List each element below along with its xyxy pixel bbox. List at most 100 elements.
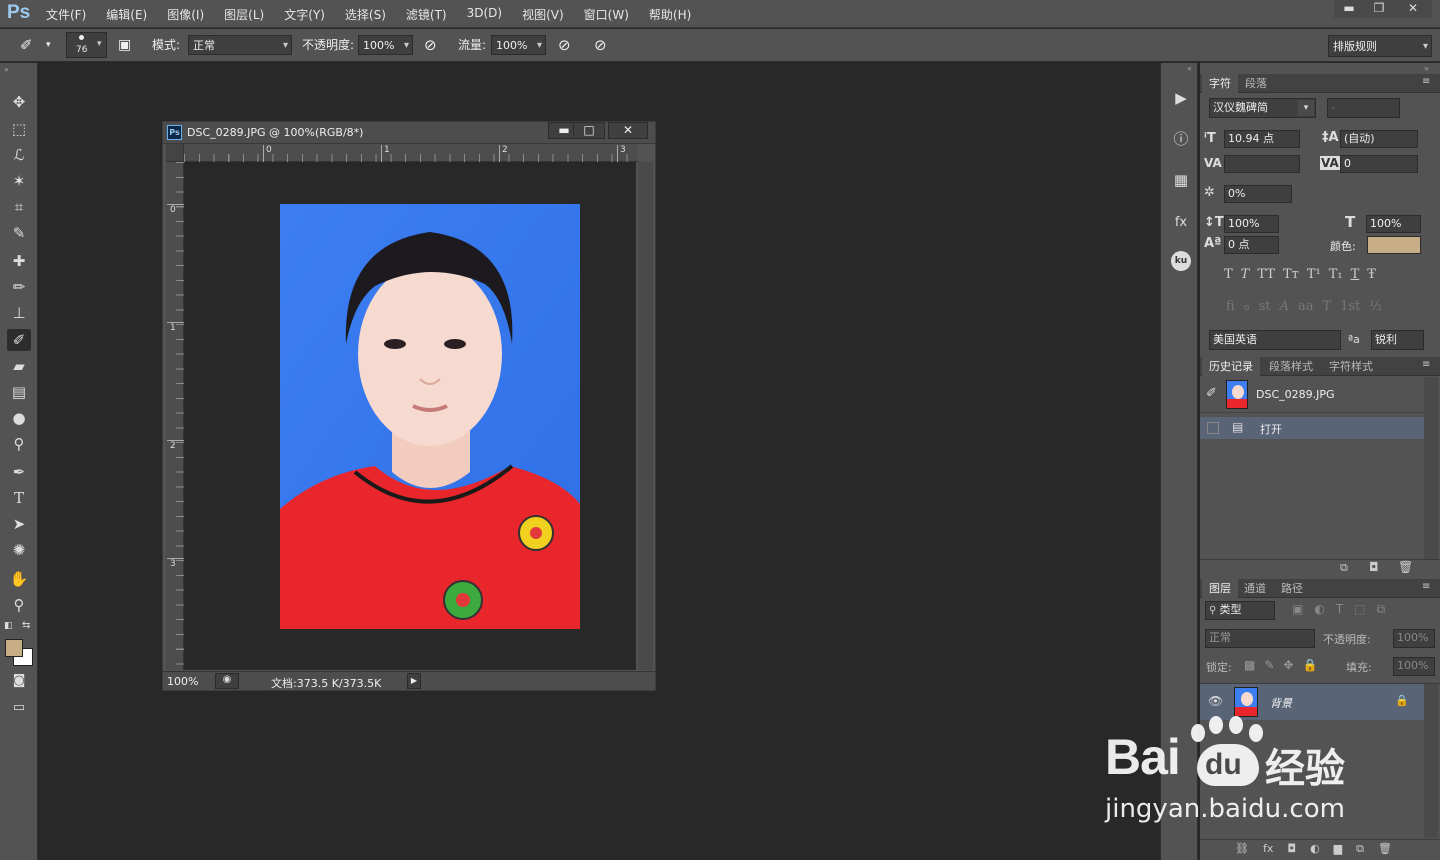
link-layers-icon[interactable]: ⛓: [1235, 842, 1249, 856]
panel-menu-icon[interactable]: ≡: [1422, 359, 1430, 370]
baseline-shift-field[interactable]: 0 点: [1224, 236, 1279, 254]
document-canvas[interactable]: [184, 162, 636, 670]
delete-layer-trash-icon[interactable]: 🗑: [1378, 842, 1392, 856]
filter-adjustment-icon[interactable]: ◐: [1314, 602, 1324, 617]
layer-style-fx-icon[interactable]: fx: [1170, 212, 1192, 234]
brush-picker[interactable]: 76 ▾: [66, 32, 107, 58]
workspace-select[interactable]: 排版规则: [1328, 35, 1432, 58]
tab-layers[interactable]: 图层: [1202, 579, 1238, 598]
menu-type[interactable]: 文字(Y): [284, 6, 325, 23]
ruler-origin[interactable]: [166, 144, 184, 162]
snapshot-camera-icon[interactable]: ◘: [1369, 560, 1379, 574]
screen-mode-icon[interactable]: ▭: [7, 697, 31, 719]
ordinals-button[interactable]: 1st: [1340, 299, 1360, 314]
panel-menu-icon[interactable]: ≡: [1422, 581, 1430, 592]
opacity-field[interactable]: 100%: [358, 35, 413, 56]
menu-layer[interactable]: 图层(L): [224, 6, 264, 23]
actions-play-icon[interactable]: ▶: [1170, 87, 1192, 109]
spot-healing-tool-icon[interactable]: ✚: [7, 250, 31, 272]
healing-brush-tool-preset-icon[interactable]: ✐: [20, 35, 33, 55]
pen-tool-icon[interactable]: ✒: [7, 461, 31, 483]
swap-colors-icon[interactable]: ⇆: [22, 620, 30, 631]
brush-tool-icon[interactable]: ✏: [7, 276, 31, 298]
collapse-panels-icon[interactable]: »: [1424, 64, 1429, 73]
brush-panel-toggle-icon[interactable]: ▣: [118, 35, 131, 55]
lock-all-icon[interactable]: 🔒: [1302, 658, 1317, 672]
marquee-tool-icon[interactable]: ⬚: [7, 118, 31, 140]
zoom-level[interactable]: 100%: [167, 675, 198, 688]
tsume-field[interactable]: 0%: [1224, 185, 1292, 203]
history-brush-tool-icon[interactable]: ✐: [7, 329, 31, 351]
history-scrollbar[interactable]: [1424, 377, 1438, 559]
pressure-opacity-icon[interactable]: ⊘: [424, 35, 437, 55]
layer-name[interactable]: 背景: [1270, 695, 1292, 711]
swash-button[interactable]: A: [1280, 299, 1289, 314]
lock-position-icon[interactable]: ✥: [1283, 658, 1293, 672]
foreground-color-swatch[interactable]: [5, 639, 23, 657]
crop-tool-icon[interactable]: ⌗: [7, 196, 31, 218]
menu-window[interactable]: 窗口(W): [584, 6, 629, 23]
trash-icon[interactable]: 🗑: [1398, 560, 1413, 574]
app-minimize-button[interactable]: ▬: [1334, 0, 1364, 18]
small-caps-button[interactable]: Tт: [1283, 267, 1299, 282]
status-menu-arrow-icon[interactable]: ▶: [407, 673, 421, 689]
faux-italic-button[interactable]: T: [1241, 267, 1250, 282]
kerning-field[interactable]: [1224, 155, 1300, 173]
chevron-down-icon[interactable]: ▾: [1298, 100, 1314, 116]
filter-shape-icon[interactable]: ⬚: [1354, 602, 1365, 617]
text-color-swatch[interactable]: [1367, 236, 1421, 254]
document-vertical-scrollbar[interactable]: [638, 162, 653, 670]
info-icon[interactable]: ⓘ: [1170, 128, 1192, 150]
superscript-button[interactable]: T¹: [1307, 267, 1321, 282]
horizontal-ruler[interactable]: 0 1 2 3: [184, 144, 638, 162]
mode-select[interactable]: 正常: [188, 35, 292, 56]
tab-paragraph[interactable]: 段落: [1238, 74, 1274, 93]
dodge-tool-icon[interactable]: ⚲: [7, 433, 31, 455]
layers-scrollbar[interactable]: [1424, 684, 1438, 838]
eye-icon[interactable]: 👁: [1208, 694, 1223, 708]
tab-character[interactable]: 字符: [1202, 74, 1238, 93]
eyedropper-tool-icon[interactable]: ✎: [7, 222, 31, 244]
tab-character-styles[interactable]: 字符样式: [1322, 357, 1380, 376]
magic-wand-tool-icon[interactable]: ✶: [7, 170, 31, 192]
default-colors-icon[interactable]: ◧: [4, 621, 13, 631]
pressure-size-icon[interactable]: ⊘: [594, 35, 607, 55]
eraser-tool-icon[interactable]: ▰: [7, 355, 31, 377]
quick-mask-icon[interactable]: ◙: [7, 670, 31, 692]
custom-shape-tool-icon[interactable]: ✺: [7, 539, 31, 561]
adjustment-layer-icon[interactable]: ◐: [1310, 842, 1320, 856]
fractions-button[interactable]: ½: [1369, 299, 1382, 314]
layer-row[interactable]: 👁 背景 🔒: [1200, 684, 1424, 720]
airbrush-icon[interactable]: ⊘: [558, 35, 571, 55]
history-state-row[interactable]: ▤ 打开: [1200, 417, 1424, 439]
discretionary-ligature-button[interactable]: ℴ: [1244, 299, 1250, 314]
add-layer-style-fx-icon[interactable]: fx: [1263, 842, 1273, 856]
vertical-ruler[interactable]: 0 1 2 3: [166, 162, 184, 670]
menu-file[interactable]: 文件(F): [46, 6, 86, 23]
document-close-button[interactable]: ✕: [608, 122, 648, 139]
flow-field[interactable]: 100%: [491, 35, 546, 56]
menu-filter[interactable]: 滤镜(T): [406, 6, 447, 23]
tab-channels[interactable]: 通道: [1237, 579, 1273, 598]
ku-plugin-icon[interactable]: ku: [1171, 251, 1191, 271]
app-close-button[interactable]: ✕: [1394, 0, 1432, 18]
menu-view[interactable]: 视图(V): [522, 6, 564, 23]
layer-opacity-field[interactable]: 100%: [1393, 629, 1435, 648]
new-layer-icon[interactable]: ⧉: [1356, 842, 1364, 856]
history-checkbox[interactable]: [1207, 422, 1219, 434]
add-mask-icon[interactable]: ◘: [1287, 842, 1296, 856]
menu-edit[interactable]: 编辑(E): [106, 6, 147, 23]
tab-history[interactable]: 历史记录: [1202, 357, 1260, 376]
new-document-from-state-icon[interactable]: ⧉: [1340, 561, 1348, 575]
layer-blend-mode-select[interactable]: 正常: [1205, 629, 1315, 648]
clone-stamp-tool-icon[interactable]: ⊥: [7, 302, 31, 324]
type-tool-icon[interactable]: T: [7, 487, 31, 509]
document-maximize-button[interactable]: □: [573, 122, 605, 139]
antialias-select[interactable]: 锐利: [1371, 330, 1424, 350]
history-snapshot-row[interactable]: ✐ DSC_0289.JPG: [1200, 377, 1424, 413]
titling-button[interactable]: aa: [1298, 299, 1314, 314]
status-info-icon[interactable]: ◉: [215, 673, 239, 689]
layer-filter-select[interactable]: ⚲ 类型: [1205, 601, 1275, 620]
lock-transparency-icon[interactable]: ▩: [1244, 658, 1255, 672]
faux-bold-button[interactable]: T: [1224, 267, 1233, 282]
